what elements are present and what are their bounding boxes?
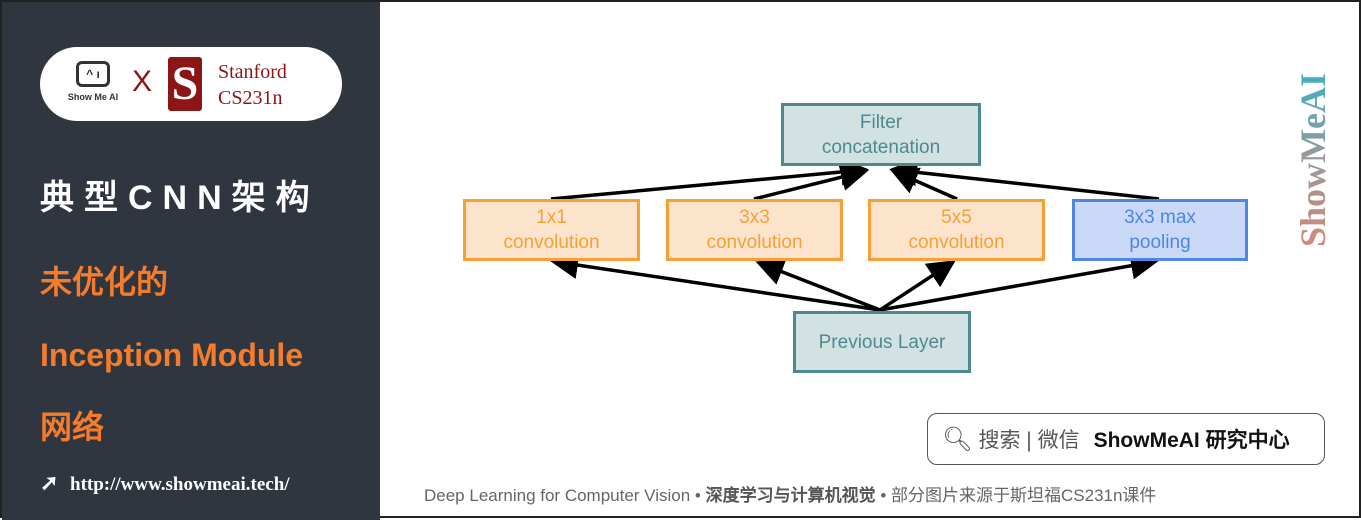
conv-5x5-box: 5x5 convolution [868, 199, 1045, 261]
conv-3x3-box: 3x3 convolution [666, 199, 843, 261]
previous-layer-box: Previous Layer [793, 311, 971, 373]
showmeai-watermark: ShowMeAI [1292, 42, 1333, 277]
search-icon: 🔍︎ [942, 425, 973, 453]
arrow [889, 158, 1160, 201]
arrow [550, 251, 881, 312]
search-label: 搜索 | 微信 [978, 429, 1080, 452]
search-badge[interactable]: 🔍︎ 搜索 | 微信 ShowMeAI 研究中心 [927, 413, 1325, 465]
search-brand: ShowMeAI 研究中心 [1093, 429, 1290, 452]
arrow [755, 258, 881, 312]
conv-1x1-box: 1x1 convolution [463, 199, 640, 261]
arrow [879, 251, 1159, 312]
footer: Deep Learning for Computer Vision • 深度学习… [424, 486, 1157, 505]
max-pooling-box: 3x3 max pooling [1072, 199, 1248, 261]
filter-concatenation-box: Filter concatenation [781, 103, 981, 166]
